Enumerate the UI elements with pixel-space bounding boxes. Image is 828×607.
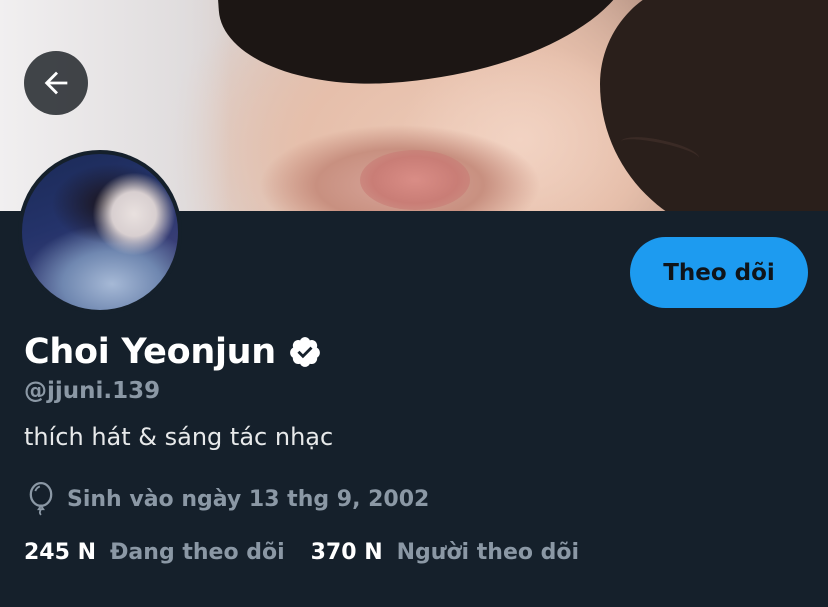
birth-date-text: Sinh vào ngày 13 thg 9, 2002 — [67, 486, 430, 512]
banner-hair-right — [600, 0, 828, 211]
follow-stats: 245 N Đang theo dõi 370 N Người theo dõi — [24, 540, 605, 565]
back-button[interactable] — [24, 51, 88, 115]
banner-lips — [360, 150, 470, 210]
followers-stat[interactable]: 370 N Người theo dõi — [311, 540, 579, 565]
follow-button[interactable]: Theo dõi — [630, 237, 808, 308]
verified-badge-icon — [290, 337, 320, 367]
following-count: 245 N — [24, 540, 96, 565]
name-row: Choi Yeonjun — [24, 332, 322, 372]
followers-label: Người theo dõi — [396, 540, 580, 565]
following-stat[interactable]: 245 N Đang theo dõi — [24, 540, 285, 565]
following-label: Đang theo dõi — [110, 540, 285, 565]
banner-hair — [216, 0, 644, 95]
followers-count: 370 N — [310, 540, 383, 565]
display-name: Choi Yeonjun — [24, 332, 276, 372]
profile-avatar[interactable] — [18, 150, 182, 314]
user-handle: @jjuni.139 — [24, 378, 161, 404]
birth-date-row: Sinh vào ngày 13 thg 9, 2002 — [27, 482, 429, 516]
profile-bio: thích hát & sáng tác nhạc — [24, 423, 334, 451]
balloon-icon — [29, 482, 53, 516]
arrow-left-icon — [44, 71, 68, 95]
